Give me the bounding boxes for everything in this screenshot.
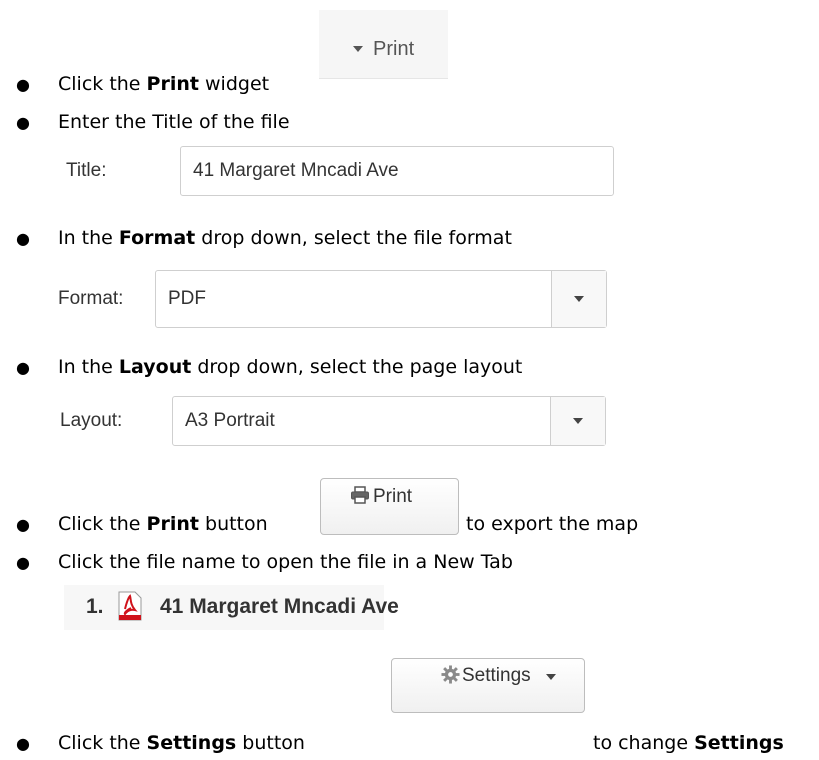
print-widget-label: Print xyxy=(373,38,415,60)
format-select-value: PDF xyxy=(168,288,206,309)
bullet: ● xyxy=(16,229,30,248)
result-row[interactable]: 1. 41 Margaret Mncadi Ave xyxy=(64,585,399,630)
step-6-text: Click the file name to open the file in … xyxy=(58,551,513,573)
bullet: ● xyxy=(16,734,30,753)
step-4-pre: In the xyxy=(58,356,119,378)
step-3: In the Format drop down, select the file… xyxy=(58,227,512,249)
bullet: ● xyxy=(16,358,30,377)
format-label: Format: xyxy=(58,288,124,309)
printer-icon xyxy=(351,486,369,504)
step-5-pre: Click the xyxy=(58,513,147,535)
caret-down-icon xyxy=(573,418,583,424)
step-4: In the Layout drop down, select the page… xyxy=(58,356,522,378)
step-3-bold: Format xyxy=(118,227,196,249)
result-file-name[interactable]: 41 Margaret Mncadi Ave xyxy=(160,595,399,619)
gear-icon xyxy=(441,665,460,684)
print-button-label: Print xyxy=(373,486,413,507)
step-2: Enter the Title of the file xyxy=(58,111,290,133)
step-5-post: button xyxy=(198,513,268,535)
step-7-after-bold: Settings xyxy=(694,732,784,754)
step-5-bold: Print xyxy=(146,513,199,535)
step-7-after-text: to change xyxy=(593,732,695,754)
layout-label: Layout: xyxy=(60,410,123,431)
step-1-pre: Click the xyxy=(58,73,147,95)
title-input[interactable]: 41 Margaret Mncadi Ave xyxy=(180,146,614,196)
caret-down-icon xyxy=(574,296,584,302)
settings-button-label: Settings xyxy=(462,665,531,686)
result-index: 1. xyxy=(86,595,104,618)
bullet: ● xyxy=(16,113,30,132)
print-widget[interactable]: Print xyxy=(319,10,448,79)
step-2-text: Enter the Title of the file xyxy=(58,111,290,133)
format-select[interactable]: PDF xyxy=(155,270,607,328)
format-dropdown-button[interactable] xyxy=(551,271,606,327)
step-3-pre: In the xyxy=(58,227,119,249)
step-5: Click the Print button xyxy=(58,513,268,535)
step-7-pre: Click the xyxy=(58,732,147,754)
layout-select[interactable]: A3 Portrait xyxy=(172,396,606,446)
settings-button[interactable]: Settings xyxy=(391,658,585,713)
page: { "steps": [ {"pre": "Click the ", "bold… xyxy=(0,0,819,760)
layout-dropdown-button[interactable] xyxy=(550,397,605,445)
caret-down-icon xyxy=(353,46,363,52)
step-1: Click the Print widget xyxy=(58,73,269,95)
bullet: ● xyxy=(16,75,30,94)
pdf-icon xyxy=(118,591,142,621)
step-7-post: button xyxy=(236,732,305,754)
step-7-bold: Settings xyxy=(146,732,237,754)
layout-select-value: A3 Portrait xyxy=(185,410,275,431)
title-label: Title: xyxy=(66,160,107,181)
print-button[interactable]: Print xyxy=(320,478,459,535)
step-1-post: widget xyxy=(198,73,270,95)
step-4-bold: Layout xyxy=(118,356,192,378)
step-1-bold: Print xyxy=(146,73,199,95)
step-7-after: to change Settings xyxy=(593,732,784,754)
step-5-after: to export the map xyxy=(466,513,639,535)
bullet: ● xyxy=(16,515,30,534)
step-4-post: drop down, select the page layout xyxy=(191,356,523,378)
caret-down-icon xyxy=(546,674,556,680)
step-7: Click the Settings button xyxy=(58,732,305,754)
step-3-post: drop down, select the file format xyxy=(195,227,512,249)
title-input-value: 41 Margaret Mncadi Ave xyxy=(193,160,399,181)
bullet: ● xyxy=(16,553,30,572)
step-6: Click the file name to open the file in … xyxy=(58,551,513,573)
